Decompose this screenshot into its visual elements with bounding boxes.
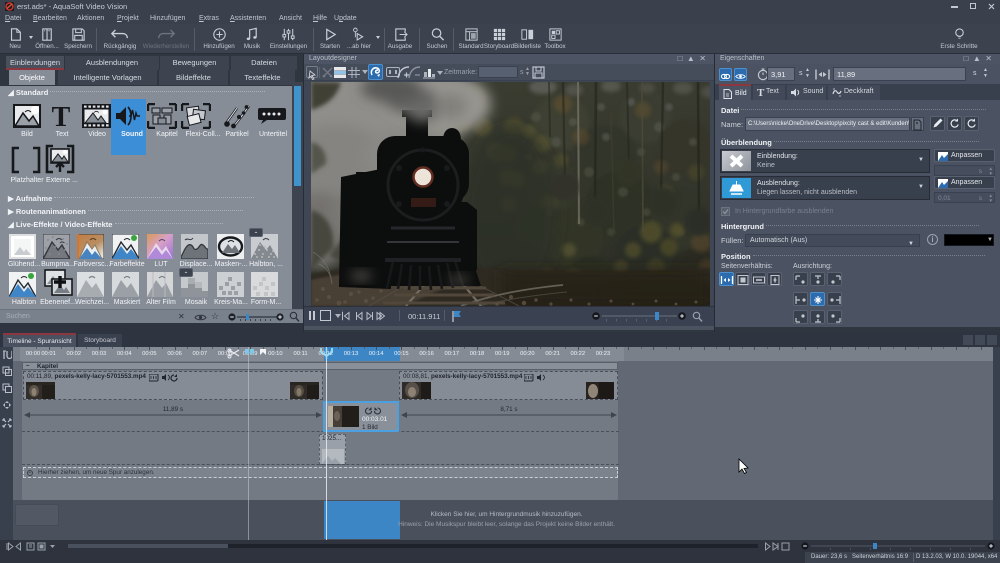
svg-text:T: T (52, 103, 71, 129)
